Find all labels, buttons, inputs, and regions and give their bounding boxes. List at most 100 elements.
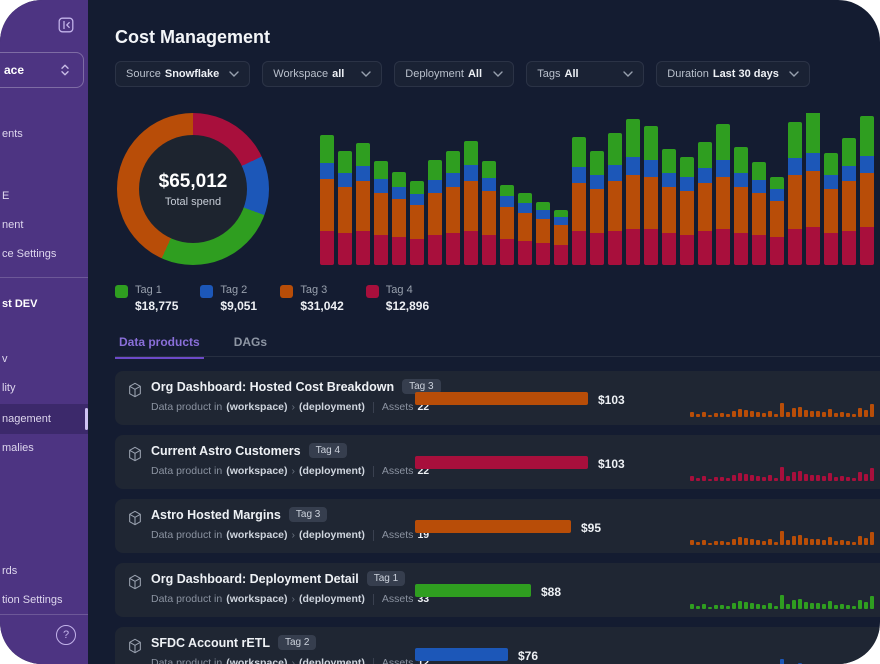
filter-dropdown[interactable]: Workspaceall	[262, 61, 382, 87]
mini-bar-chart	[690, 403, 880, 417]
tab-data-products[interactable]: Data products	[115, 335, 204, 359]
mini-bar	[852, 606, 856, 609]
mini-bar	[726, 606, 730, 609]
sidebar-item[interactable]: malies	[0, 441, 90, 455]
mini-bar	[696, 414, 700, 417]
bar-segment	[626, 157, 640, 175]
mini-bar	[864, 538, 868, 545]
bar-segment	[500, 207, 514, 239]
breadcrumb-workspace: (workspace)	[226, 465, 287, 477]
data-product-title-line: Org Dashboard: Hosted Cost BreakdownTag …	[151, 379, 441, 394]
bar-segment	[482, 178, 496, 191]
mini-bar	[786, 476, 790, 481]
bar-segment	[572, 137, 586, 167]
mini-bar	[816, 475, 820, 481]
sidebar-item[interactable]: nagement	[0, 412, 90, 426]
mini-bar	[810, 475, 814, 481]
bar-segment	[860, 173, 874, 227]
bar-segment	[572, 231, 586, 265]
bar-segment	[644, 126, 658, 160]
bar-segment	[752, 180, 766, 193]
mini-bar	[738, 601, 742, 609]
stacked-bar	[788, 122, 802, 265]
workspace-selector[interactable]: ace	[0, 52, 84, 88]
bar-segment	[428, 180, 442, 193]
mini-bar	[720, 541, 724, 545]
data-product-row[interactable]: Current Astro CustomersTag 4Data product…	[115, 435, 880, 489]
mini-bar	[708, 415, 712, 417]
bar-segment	[410, 239, 424, 265]
data-product-row[interactable]: Org Dashboard: Deployment DetailTag 1Dat…	[115, 563, 880, 617]
mini-bar	[768, 603, 772, 609]
filter-dropdown[interactable]: DurationLast 30 days	[656, 61, 810, 87]
filter-dropdown[interactable]: DeploymentAll	[394, 61, 514, 87]
tab-dags[interactable]: DAGs	[230, 335, 271, 359]
legend-tag-label: Tag 2	[220, 284, 257, 296]
bar-segment	[410, 205, 424, 239]
mini-bar	[708, 543, 712, 545]
mini-bar	[840, 540, 844, 545]
breadcrumb-chevron: ›	[292, 401, 296, 413]
data-product-cube-icon	[127, 446, 143, 467]
breadcrumb-deployment: (deployment)	[299, 593, 365, 605]
bar-segment	[338, 187, 352, 233]
mini-bar	[720, 413, 724, 417]
mini-bar	[702, 604, 706, 609]
bar-segment	[608, 181, 622, 231]
sidebar-item[interactable]: nent	[0, 218, 90, 232]
sidebar-item[interactable]: v	[0, 352, 90, 366]
filter-label: Deployment	[405, 68, 464, 80]
sidebar-item[interactable]: lity	[0, 381, 90, 395]
data-product-row[interactable]: Org Dashboard: Hosted Cost BreakdownTag …	[115, 371, 880, 425]
bar-segment	[536, 210, 550, 219]
bar-segment	[752, 162, 766, 180]
sidebar-collapse-icon[interactable]	[58, 17, 74, 33]
unfold-chevrons-icon	[59, 63, 71, 77]
bar-segment	[824, 175, 838, 189]
bar-segment	[500, 239, 514, 265]
mini-bar	[816, 539, 820, 545]
mini-bar	[702, 476, 706, 481]
cost-bar	[415, 392, 588, 405]
mini-bar	[810, 411, 814, 417]
stacked-bar	[716, 124, 730, 265]
breadcrumb-deployment: (deployment)	[299, 657, 365, 664]
bar-segment	[518, 241, 532, 265]
bar-segment	[626, 175, 640, 229]
mini-bar	[708, 479, 712, 481]
mini-bar	[780, 467, 784, 481]
tag-badge: Tag 1	[367, 571, 405, 586]
stacked-bar	[842, 138, 856, 265]
sidebar-item[interactable]: E	[0, 189, 90, 203]
data-product-title-line: Org Dashboard: Deployment DetailTag 1	[151, 571, 405, 586]
bar-segment	[644, 160, 658, 177]
help-icon[interactable]: ?	[56, 625, 76, 645]
legend-text: Tag 2$9,051	[220, 284, 257, 313]
sidebar-item[interactable]: rds	[0, 564, 90, 578]
filter-label: Tags	[537, 68, 560, 80]
mini-bar-chart	[690, 467, 880, 481]
mini-bar	[750, 603, 754, 609]
breadcrumb-chevron: ›	[292, 657, 296, 664]
sidebar-item[interactable]: ce Settings	[0, 247, 90, 261]
data-product-row[interactable]: Astro Hosted MarginsTag 3Data product in…	[115, 499, 880, 553]
bar-segment	[338, 173, 352, 187]
mini-bar	[768, 539, 772, 545]
mini-bar	[762, 541, 766, 545]
sidebar-item[interactable]: st DEV	[0, 297, 90, 311]
filter-dropdown[interactable]: SourceSnowflake	[115, 61, 250, 87]
bar-segment	[698, 231, 712, 265]
sidebar-item[interactable]: tion Settings	[0, 593, 90, 607]
data-product-row[interactable]: SFDC Account rETLTag 2Data product in(wo…	[115, 627, 880, 664]
data-product-breadcrumb: Data product in(workspace)›(deployment)A…	[151, 657, 429, 664]
bar-segment	[698, 183, 712, 231]
mini-bar	[858, 472, 862, 481]
total-spend-value: $65,012	[159, 171, 228, 193]
mini-bar	[780, 659, 784, 664]
bar-segment	[392, 172, 406, 187]
bar-segment	[770, 201, 784, 237]
filter-dropdown[interactable]: TagsAll	[526, 61, 644, 87]
assets-label: Assets	[382, 529, 414, 541]
sidebar-item[interactable]: ents	[0, 127, 90, 141]
legend-item: Tag 2$9,051	[200, 284, 258, 313]
